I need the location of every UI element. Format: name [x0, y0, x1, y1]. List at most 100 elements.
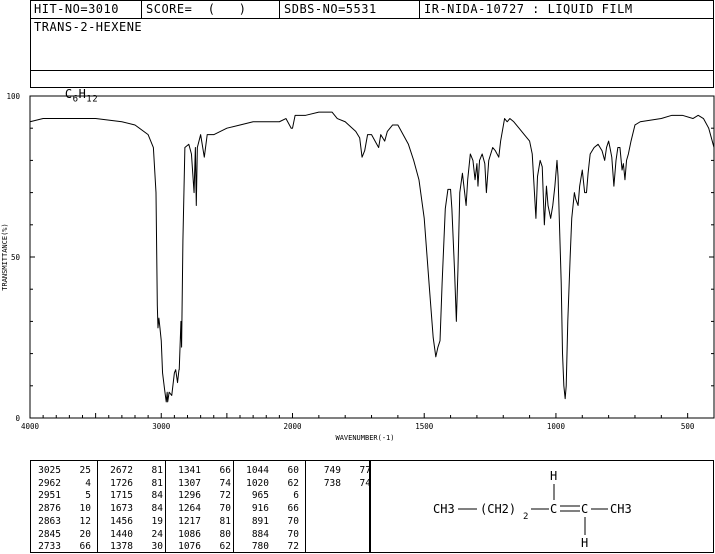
peak-column: 1044 60 1020 62 965 6 916 66 891 70 884 70 780 72 [239, 465, 299, 554]
peak-row: 2876 10 [31, 503, 91, 516]
peak-row: 738 74 [311, 478, 371, 491]
peak-wavenumber: 1726 [110, 477, 133, 489]
peak-transmittance: 72 [287, 541, 299, 553]
peak-transmittance: 19 [151, 515, 163, 527]
peak-row: 1264 70 [171, 503, 231, 516]
structure-chain-count: 2 [523, 512, 528, 522]
structure-right-methyl: CH3 [610, 502, 632, 516]
peak-transmittance: 72 [219, 490, 231, 502]
peak-wavenumber: 2962 [38, 477, 61, 489]
y-tick-label: 100 [6, 92, 20, 101]
x-tick-label: 2000 [283, 422, 302, 431]
peak-wavenumber: 1440 [110, 528, 133, 540]
y-axis-label: TRANSMITTANCE(%) [1, 223, 9, 290]
structure-alkene-carbon-2: C [581, 502, 588, 516]
peak-row: 965 6 [239, 490, 299, 503]
peak-transmittance: 66 [219, 465, 231, 476]
peak-row: 2733 66 [31, 541, 91, 554]
peak-transmittance: 30 [151, 541, 163, 553]
peak-wavenumber: 2876 [38, 503, 61, 515]
peak-table-divider [233, 461, 234, 552]
structure-methylene-chain: (CH2) [480, 502, 516, 516]
peak-wavenumber: 965 [251, 490, 269, 502]
peak-table-divider [165, 461, 166, 552]
x-tick-label: 3000 [152, 422, 171, 431]
x-tick-label: 500 [681, 422, 695, 431]
peak-wavenumber: 1715 [110, 490, 133, 502]
peak-transmittance: 24 [151, 528, 163, 540]
peak-transmittance: 74 [359, 477, 371, 489]
peak-transmittance: 77 [359, 465, 371, 476]
peak-wavenumber: 1378 [110, 541, 133, 553]
peak-transmittance: 4 [85, 477, 91, 489]
peak-wavenumber: 738 [323, 477, 341, 489]
peak-transmittance: 10 [79, 503, 91, 515]
peak-transmittance: 62 [287, 477, 299, 489]
peak-transmittance: 62 [219, 541, 231, 553]
peak-transmittance: 25 [79, 465, 91, 476]
peak-wavenumber: 1076 [178, 541, 201, 553]
peak-row: 1086 80 [171, 529, 231, 542]
peak-wavenumber: 2845 [38, 528, 61, 540]
peak-transmittance: 84 [151, 490, 163, 502]
peak-wavenumber: 891 [251, 515, 269, 527]
peak-transmittance: 81 [219, 515, 231, 527]
peak-wavenumber: 1307 [178, 477, 201, 489]
structure-alkene-carbon-1: C [550, 502, 557, 516]
structure-top-hydrogen: H [550, 469, 557, 483]
peak-wavenumber: 1341 [178, 465, 201, 476]
peak-row: 1307 74 [171, 478, 231, 491]
peak-table: 3025 25 2962 4 2951 5 2876 10 2863 12 2845 20 2733 66… [30, 460, 371, 554]
peak-row: 2962 4 [31, 478, 91, 491]
peak-wavenumber: 916 [251, 503, 269, 515]
structural-formula: CH3 (CH2) 2 C C CH3 H H [433, 469, 632, 550]
peak-transmittance: 80 [219, 528, 231, 540]
structure-panel: CH3 (CH2) 2 C C CH3 H H [370, 460, 714, 553]
peak-row: 2672 81 [103, 465, 163, 478]
peak-row: 780 72 [239, 541, 299, 554]
peak-wavenumber: 780 [251, 541, 269, 553]
peak-wavenumber: 3025 [38, 465, 61, 476]
axis-ticks [29, 95, 715, 419]
peak-wavenumber: 2863 [38, 515, 61, 527]
peak-row: 1217 81 [171, 516, 231, 529]
peak-transmittance: 70 [219, 503, 231, 515]
peak-column: 749 77 738 74 [311, 465, 371, 490]
spectrum-series [29, 111, 715, 403]
peak-wavenumber: 1020 [246, 477, 269, 489]
peak-transmittance: 66 [287, 503, 299, 515]
peak-row: 3025 25 [31, 465, 91, 478]
peak-row: 2845 20 [31, 529, 91, 542]
peak-row: 1715 84 [103, 490, 163, 503]
x-axis-label: WAVENUMBER(-1) [335, 434, 394, 442]
peak-wavenumber: 1296 [178, 490, 201, 502]
y-tick-label: 50 [11, 253, 21, 262]
peak-row: 1076 62 [171, 541, 231, 554]
peak-row: 1456 19 [103, 516, 163, 529]
spectrum-line [29, 111, 715, 403]
peak-transmittance: 6 [293, 490, 299, 502]
x-tick-label: 1000 [547, 422, 566, 431]
peak-transmittance: 12 [79, 515, 91, 527]
peak-row: 1378 30 [103, 541, 163, 554]
peak-transmittance: 81 [151, 465, 163, 476]
peak-row: 1440 24 [103, 529, 163, 542]
peak-column: 3025 25 2962 4 2951 5 2876 10 2863 12 2845 20 2733 66 [31, 465, 91, 554]
peak-row: 1726 81 [103, 478, 163, 491]
peak-transmittance: 74 [219, 477, 231, 489]
peak-row: 1044 60 [239, 465, 299, 478]
peak-transmittance: 84 [151, 503, 163, 515]
peak-row: 1341 66 [171, 465, 231, 478]
y-tick-label: 0 [15, 414, 20, 423]
peak-table-divider [97, 461, 98, 552]
peak-transmittance: 20 [79, 528, 91, 540]
structure-bottom-hydrogen: H [581, 536, 588, 550]
peak-wavenumber: 2733 [38, 541, 61, 553]
peak-transmittance: 70 [287, 515, 299, 527]
structure-left-methyl: CH3 [433, 502, 455, 516]
peak-transmittance: 60 [287, 465, 299, 476]
peak-column: 1341 66 1307 74 1296 72 1264 70 1217 81 1086 80 1076… [171, 465, 231, 554]
peak-transmittance: 66 [79, 541, 91, 553]
peak-wavenumber: 2672 [110, 465, 133, 476]
peak-transmittance: 81 [151, 477, 163, 489]
